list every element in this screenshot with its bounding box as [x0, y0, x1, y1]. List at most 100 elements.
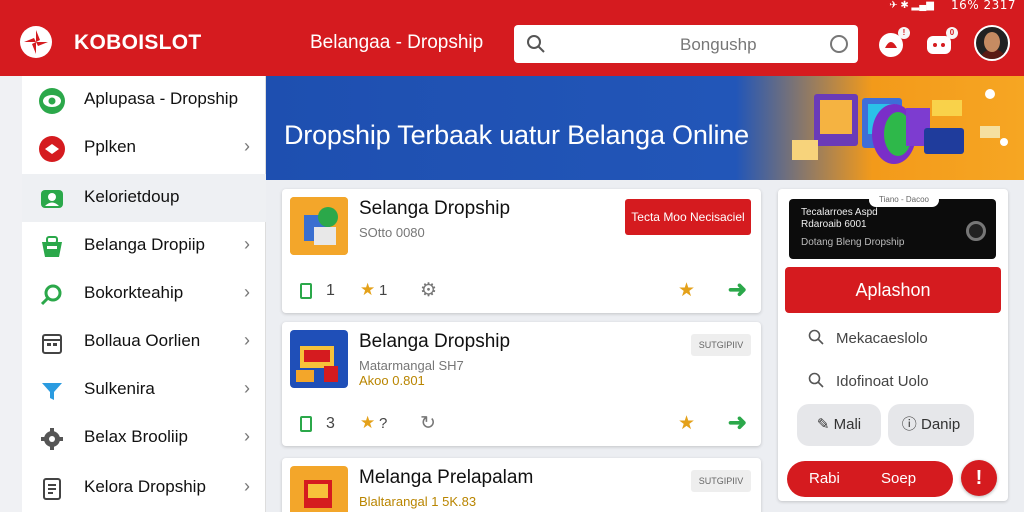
soep-button[interactable]: Soep: [881, 461, 916, 497]
search-placeholder: Bongushp: [680, 35, 757, 54]
info-icon: ⓘ: [901, 416, 917, 433]
sidebar-item-label: Pplken: [84, 137, 136, 156]
search-icon: [808, 372, 824, 388]
card-count: 3: [326, 415, 335, 432]
card-title: Belanga Dropship: [359, 331, 511, 352]
card-count: 1: [326, 282, 335, 299]
card-title: Melanga Prelapalam: [359, 467, 534, 488]
calendar-icon: [42, 334, 62, 354]
sidebar-item-sulkenira[interactable]: Sulkenira ›: [22, 366, 266, 414]
promo-box[interactable]: Tiano - Dacoo Tecalarroes Aspd Rdaroaib …: [789, 193, 996, 259]
sidebar-item-label: Bollaua Oorlien: [84, 331, 201, 350]
danip-chip[interactable]: ⓘ Danip: [888, 404, 974, 446]
refresh-icon[interactable]: ↻: [420, 412, 436, 435]
card-title: Selanga Dropship: [359, 198, 511, 219]
sidebar-rail: [0, 76, 22, 512]
arrow-right-icon[interactable]: ➜: [728, 409, 747, 436]
sidebar-item-label: Belax Brooliip: [84, 427, 188, 446]
avatar[interactable]: [974, 25, 1010, 61]
sidebar-item-pplken[interactable]: Pplken ›: [22, 124, 266, 172]
card-footer: 1 ★ 1 ⚙ ★ ➜: [282, 269, 761, 313]
document-icon: [43, 478, 61, 500]
star-icon: ★: [360, 280, 376, 299]
search-icon: [808, 329, 824, 345]
brand-logo-icon[interactable]: [20, 26, 52, 58]
rabi-button[interactable]: Rabi: [809, 461, 840, 497]
favorite-star-icon[interactable]: ★: [678, 279, 695, 302]
chevron-right-icon: ›: [244, 234, 250, 254]
brand-name: KOBOISLOT: [74, 31, 202, 54]
search-option[interactable]: Mekacaeslolo: [808, 329, 928, 347]
gear-icon: [41, 428, 63, 450]
gear-icon[interactable]: ⚙: [420, 279, 437, 302]
sidebar-item-label: Aplupasa - Dropship: [84, 89, 239, 108]
sidebar-item-bokorkteahip[interactable]: Bokorkteahip ›: [22, 270, 266, 318]
search-icon: [527, 35, 545, 53]
promo-line: Tecalarroes Aspd: [801, 207, 878, 218]
sidebar-item-label: Kelora Dropship: [84, 477, 206, 496]
bookmark-icon[interactable]: [300, 283, 312, 299]
product-thumbnail-icon: [290, 466, 348, 512]
voice-search-icon[interactable]: [830, 35, 848, 53]
star-icon: ★: [360, 413, 376, 432]
product-thumbnail-icon: [290, 330, 348, 388]
arrow-right-icon[interactable]: ➜: [728, 276, 747, 303]
search-input[interactable]: Bongushp: [514, 25, 858, 63]
notification-icon[interactable]: !: [876, 27, 910, 60]
card-status-badge: SUTGIPIIV: [691, 470, 751, 492]
chevron-right-icon: ›: [244, 426, 250, 446]
alert-icon[interactable]: !: [961, 460, 997, 496]
card-subtitle: SOtto 0080: [359, 225, 425, 240]
favorite-star-icon[interactable]: ★: [678, 412, 695, 435]
right-panel: Tiano - Dacoo Tecalarroes Aspd Rdaroaib …: [778, 189, 1008, 501]
sidebar-item-bollaua-oorlien[interactable]: Bollaua Oorlien ›: [22, 318, 266, 366]
eye-icon: [39, 88, 65, 114]
apply-button[interactable]: Aplashon: [785, 267, 1001, 313]
bookmark-icon[interactable]: [300, 416, 312, 432]
sidebar: Aplupasa - Dropship Pplken › Kelorietdou…: [0, 76, 266, 512]
search-icon: [40, 284, 62, 306]
sidebar-item-aplupasa[interactable]: Aplupasa - Dropship: [22, 76, 266, 124]
sidebar-item-kelora-dropship[interactable]: Kelora Dropship ›: [22, 464, 266, 512]
card-subtitle: Blaltarangal 1 5K.83: [359, 494, 477, 509]
card-subtitle: Matarmangal SH7: [359, 358, 464, 373]
messages-icon[interactable]: 0: [924, 27, 958, 60]
basket-icon: [42, 236, 62, 257]
mali-chip[interactable]: ✎ Mali: [797, 404, 881, 446]
promo-line: Rdaroaib 6001: [801, 219, 867, 230]
card-footer: 3 ★ ? ↻ ★ ➜: [282, 402, 761, 446]
sidebar-item-belax-brooliip[interactable]: Belax Brooliip ›: [22, 414, 266, 462]
sidebar-item-label: Belanga Dropiip: [84, 235, 205, 254]
promo-line: Dotang Bleng Dropship: [801, 237, 905, 248]
filter-icon: [42, 383, 62, 400]
chevron-right-icon: ›: [244, 378, 250, 398]
sidebar-item-belanga-dropiip[interactable]: Belanga Dropiip ›: [22, 222, 266, 270]
search-option[interactable]: Idofinoat Uolo: [808, 372, 929, 390]
signal-icon: ✈ ✱ ▂▄▆: [889, 0, 934, 11]
sidebar-item-label: Kelorietdoup: [84, 187, 180, 206]
banner-title: Dropship Terbaak uatur Belanga Online: [284, 120, 749, 150]
sidebar-item-label: Bokorkteahip: [84, 283, 184, 302]
card-rating: 1: [379, 282, 388, 299]
product-card[interactable]: Melanga Prelapalam Blaltarangal 1 5K.83 …: [282, 458, 761, 512]
toggle-icon[interactable]: [966, 221, 986, 241]
card-status-badge: SUTGIPIIV: [691, 334, 751, 356]
status-time: 16% 2317: [950, 0, 1016, 12]
user-icon: [41, 190, 63, 208]
card-action-button[interactable]: Tecta Moo Necisaciel: [625, 199, 751, 235]
chevron-right-icon: ›: [244, 282, 250, 302]
sidebar-item-label: Sulkenira: [84, 379, 155, 398]
action-bar[interactable]: Rabi Soep: [787, 461, 953, 497]
chevron-right-icon: ›: [244, 330, 250, 350]
chevron-right-icon: ›: [244, 136, 250, 156]
shopping-illustration-icon: [792, 89, 1008, 164]
sidebar-item-kelorietdoup[interactable]: Kelorietdoup: [22, 174, 266, 222]
promo-banner[interactable]: Dropship Terbaak uatur Belanga Online: [266, 76, 1024, 180]
brand-icon: [39, 136, 65, 162]
product-card[interactable]: Belanga Dropship Matarmangal SH7 Akoo 0.…: [282, 322, 761, 446]
card-price: Akoo 0.801: [359, 373, 425, 388]
card-rating: ?: [379, 415, 388, 432]
status-bar: ✈ ✱ ▂▄▆ 16% 2317: [0, 0, 1024, 12]
product-card[interactable]: Selanga Dropship SOtto 0080 Tecta Moo Ne…: [282, 189, 761, 313]
page-title: Belangaa - Dropship: [310, 32, 484, 53]
